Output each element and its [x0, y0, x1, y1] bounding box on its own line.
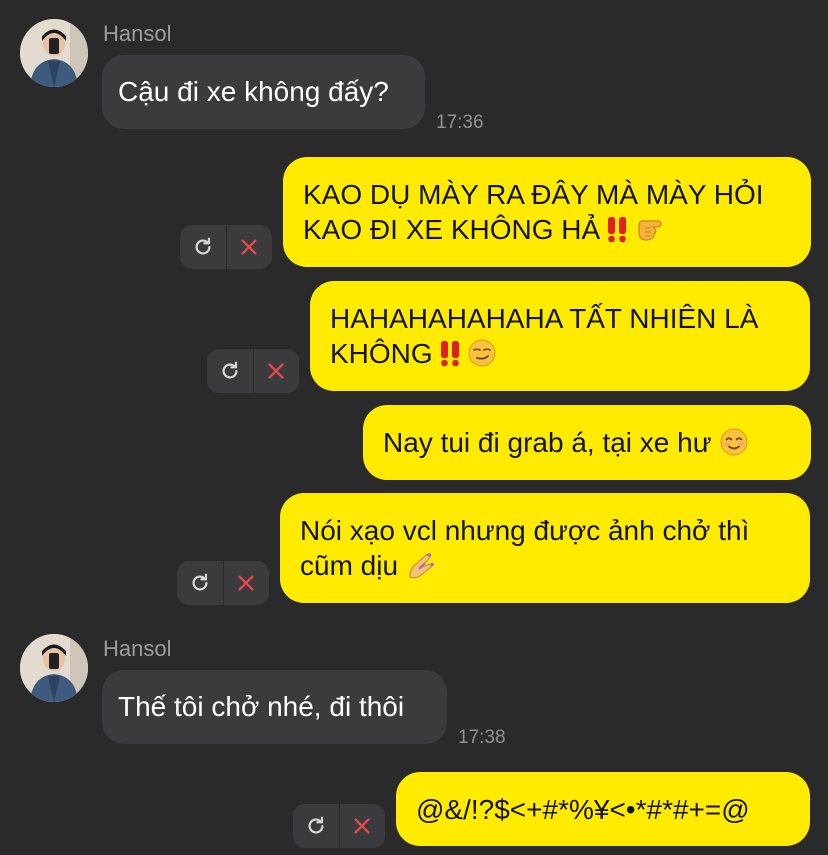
- message-line-with-emoji: KHÔNG: [330, 336, 790, 371]
- failed-message-actions: [207, 349, 299, 393]
- delete-button[interactable]: [224, 561, 270, 605]
- close-icon: [354, 818, 370, 834]
- failed-message-actions: [293, 804, 385, 848]
- message-bubble-incoming[interactable]: Thế tôi chở nhé, đi thôi: [102, 670, 447, 744]
- double-exclamation-icon: [440, 341, 459, 367]
- message-bubble-outgoing[interactable]: Nói xạo vcl nhưng được ảnh chở thì cũm d…: [280, 493, 810, 603]
- retry-icon: [192, 573, 208, 591]
- close-icon: [238, 575, 254, 591]
- message-line-with-emoji: KAO ĐI XE KHÔNG HẢ: [303, 212, 791, 247]
- close-icon: [241, 239, 257, 255]
- sender-name: Hansol: [103, 21, 172, 46]
- smiling-face-icon: [720, 428, 748, 456]
- avatar-photo: [20, 19, 88, 87]
- retry-icon: [308, 816, 324, 834]
- message-line: KAO DỤ MÀY RA ĐÂY MÀ MÀY HỎI: [303, 179, 764, 210]
- message-bubble-outgoing[interactable]: HAHAHAHAHAHA TẤT NHIÊN LÀ KHÔNG: [310, 281, 810, 391]
- message-line-with-emoji: Nay tui đi grab á, tại xe hư: [383, 425, 791, 460]
- message-bubble-outgoing[interactable]: Nay tui đi grab á, tại xe hư: [363, 405, 811, 480]
- close-icon: [268, 363, 284, 379]
- message-line: HAHAHAHAHAHA TẤT NHIÊN LÀ: [330, 303, 759, 334]
- retry-button[interactable]: [293, 804, 339, 848]
- retry-button[interactable]: [207, 349, 253, 393]
- message-line: Nay tui đi grab á, tại xe hư: [383, 427, 712, 458]
- delete-button[interactable]: [227, 225, 273, 269]
- delete-button[interactable]: [340, 804, 386, 848]
- message-bubble-incoming[interactable]: Cậu đi xe không đấy?: [102, 55, 425, 129]
- retry-button[interactable]: [177, 561, 223, 605]
- message-line: KAO ĐI XE KHÔNG HẢ: [303, 214, 601, 245]
- message-line: Nói xạo vcl nhưng được ảnh chở thì: [300, 515, 750, 546]
- message-line: KHÔNG: [330, 338, 433, 369]
- avatar[interactable]: [20, 19, 88, 87]
- message-line: @&/!?$<+#*%¥<•*#*#+=@: [416, 793, 750, 825]
- smirking-face-icon: [468, 339, 496, 367]
- nail-polish-icon: [409, 553, 435, 579]
- sender-name: Hansol: [103, 636, 172, 661]
- retry-icon: [222, 361, 238, 379]
- message-text: Cậu đi xe không đấy?: [118, 76, 389, 107]
- message-text: Thế tôi chở nhé, đi thôi: [118, 691, 405, 722]
- message-time: 17:36: [436, 112, 484, 133]
- failed-message-actions: [180, 225, 272, 269]
- message-bubble-outgoing[interactable]: @&/!?$<+#*%¥<•*#*#+=@: [396, 772, 810, 846]
- delete-button[interactable]: [254, 349, 300, 393]
- message-line-with-emoji: cũm dịu: [300, 548, 790, 583]
- failed-message-actions: [177, 561, 269, 605]
- avatar-photo: [20, 634, 88, 702]
- backhand-index-pointing-icon: [638, 220, 662, 241]
- double-exclamation-icon: [608, 217, 627, 243]
- retry-button[interactable]: [180, 225, 226, 269]
- message-line: cũm dịu: [300, 550, 399, 581]
- message-bubble-outgoing[interactable]: KAO DỤ MÀY RA ĐÂY MÀ MÀY HỎI KAO ĐI XE K…: [283, 157, 811, 267]
- retry-icon: [195, 237, 211, 255]
- message-time: 17:38: [458, 727, 506, 748]
- avatar[interactable]: [20, 634, 88, 702]
